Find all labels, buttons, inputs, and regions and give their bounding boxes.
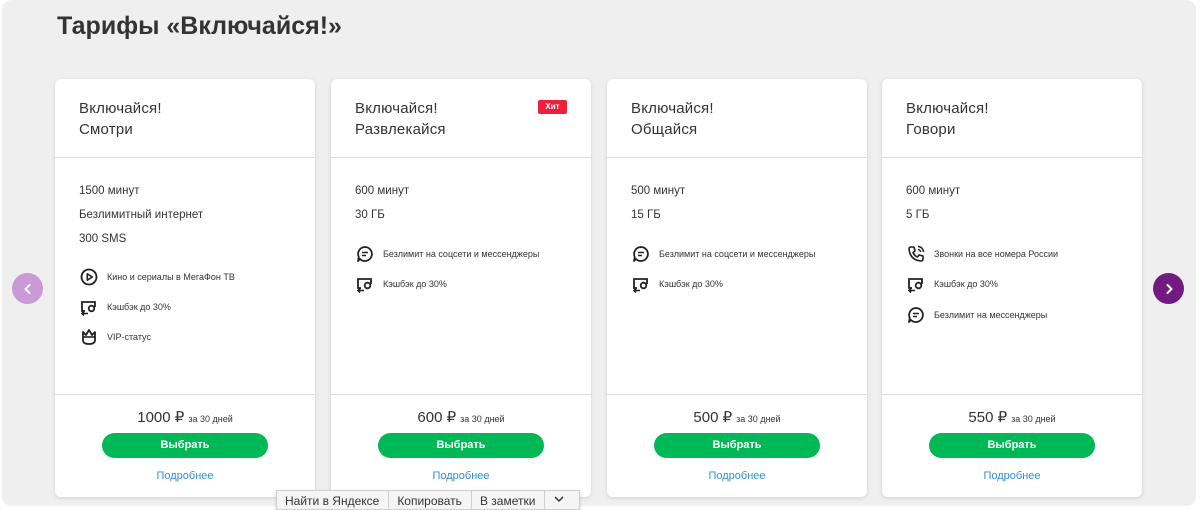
option-item: Звонки на все номера России bbox=[906, 244, 1058, 264]
option-text: Звонки на все номера России bbox=[934, 249, 1059, 259]
tariff-name: Включайся! Общайся bbox=[631, 98, 714, 140]
price: 500 ₽ bbox=[693, 409, 733, 426]
option-item: Безлимит на соцсети и мессенджеры bbox=[355, 244, 539, 264]
play-circle-icon bbox=[80, 268, 98, 286]
price-row: 500 ₽ за 30 дней bbox=[607, 408, 867, 427]
feature-minutes: 500 минут bbox=[631, 185, 686, 197]
tariff-card-smotri: Включайся! Смотри 1500 минут Безлимитный… bbox=[55, 79, 315, 497]
divider bbox=[607, 157, 867, 158]
price-period: за 30 дней bbox=[460, 414, 505, 424]
more-link[interactable]: Подробнее bbox=[331, 470, 591, 482]
divider bbox=[55, 157, 315, 158]
option-text: Безлимит на соцсети и мессенджеры bbox=[383, 249, 540, 259]
select-button[interactable]: Выбрать bbox=[654, 433, 820, 458]
option-item: Кэшбэк до 30% bbox=[631, 274, 723, 294]
tariff-name-line2: Общайся bbox=[631, 121, 698, 138]
option-item: VIP-статус bbox=[79, 327, 151, 347]
price: 600 ₽ bbox=[417, 409, 457, 426]
hit-badge: Хит bbox=[538, 100, 567, 114]
option-item: Кэшбэк до 30% bbox=[79, 297, 171, 317]
select-button[interactable]: Выбрать bbox=[102, 433, 268, 458]
option-text: Кино и сериалы в МегаФон ТВ bbox=[107, 272, 235, 282]
feature-sms: 300 SMS bbox=[79, 233, 127, 245]
tariff-card-obshchaysya: Включайся! Общайся 500 минут 15 ГБ Безли… bbox=[607, 79, 867, 497]
option-text: VIP-статус bbox=[107, 332, 151, 342]
cashback-icon bbox=[632, 278, 648, 294]
select-button[interactable]: Выбрать bbox=[929, 433, 1095, 458]
feature-internet: 5 ГБ bbox=[906, 209, 930, 221]
divider bbox=[331, 394, 591, 395]
chevron-right-icon bbox=[1166, 283, 1172, 294]
chat-bubble-icon bbox=[633, 246, 649, 262]
option-item: Кино и сериалы в МегаФон ТВ bbox=[79, 267, 235, 287]
feature-internet: 15 ГБ bbox=[631, 209, 661, 221]
option-text: Безлимит на соцсети и мессенджеры bbox=[659, 249, 816, 259]
select-button[interactable]: Выбрать bbox=[378, 433, 544, 458]
more-link[interactable]: Подробнее bbox=[882, 470, 1142, 482]
price-row: 550 ₽ за 30 дней bbox=[882, 408, 1142, 427]
feature-minutes: 1500 минут bbox=[79, 185, 140, 197]
menu-item-copy[interactable]: Копировать bbox=[389, 491, 472, 509]
tariff-card-razvlekaysya: Включайся! Развлекайся Хит 600 минут 30 … bbox=[331, 79, 591, 497]
crown-icon bbox=[82, 329, 96, 345]
chevron-down-icon bbox=[554, 496, 564, 503]
menu-expand-button[interactable] bbox=[545, 491, 571, 509]
feature-minutes: 600 минут bbox=[906, 185, 961, 197]
price-period: за 30 дней bbox=[736, 414, 781, 424]
cashback-icon bbox=[80, 301, 96, 317]
feature-internet: 30 ГБ bbox=[355, 209, 385, 221]
chevron-left-icon bbox=[24, 283, 30, 294]
divider bbox=[882, 157, 1142, 158]
tariff-name: Включайся! Смотри bbox=[79, 98, 162, 140]
tariff-name: Включайся! Говори bbox=[906, 98, 989, 140]
menu-item-search-yandex[interactable]: Найти в Яндексе bbox=[277, 491, 390, 509]
page-title: Тарифы «Включайся!» bbox=[57, 12, 342, 40]
price: 1000 ₽ bbox=[137, 409, 185, 426]
option-text: Кэшбэк до 30% bbox=[934, 279, 998, 289]
carousel-prev-button[interactable] bbox=[12, 273, 43, 304]
menu-item-notes[interactable]: В заметки bbox=[472, 491, 546, 509]
option-text: Безлимит на мессенджеры bbox=[934, 310, 1048, 320]
price-row: 1000 ₽ за 30 дней bbox=[55, 408, 315, 427]
tariff-card-govori: Включайся! Говори 600 минут 5 ГБ Звонки … bbox=[882, 79, 1142, 497]
tariff-name: Включайся! Развлекайся bbox=[355, 98, 446, 140]
tariff-name-line2: Говори bbox=[906, 121, 956, 138]
chat-bubble-icon bbox=[357, 246, 373, 262]
chat-bubble-icon bbox=[908, 307, 924, 323]
option-text: Кэшбэк до 30% bbox=[383, 279, 447, 289]
feature-minutes: 600 минут bbox=[355, 185, 410, 197]
option-item: Кэшбэк до 30% bbox=[906, 274, 998, 294]
price-period: за 30 дней bbox=[188, 414, 233, 424]
cashback-icon bbox=[907, 278, 923, 294]
divider bbox=[882, 394, 1142, 395]
tariff-name-line1: Включайся! bbox=[906, 100, 989, 117]
tariff-name-line1: Включайся! bbox=[355, 100, 438, 117]
price-period: за 30 дней bbox=[1011, 414, 1056, 424]
more-link[interactable]: Подробнее bbox=[55, 470, 315, 482]
tariff-name-line1: Включайся! bbox=[79, 100, 162, 117]
tariff-name-line1: Включайся! bbox=[631, 100, 714, 117]
option-item: Безлимит на соцсети и мессенджеры bbox=[631, 244, 815, 264]
option-item: Кэшбэк до 30% bbox=[355, 274, 447, 294]
feature-internet: Безлимитный интернет bbox=[79, 209, 204, 221]
option-item: Безлимит на мессенджеры bbox=[906, 305, 1047, 325]
selection-context-menu: Найти в Яндексе Копировать В заметки bbox=[276, 490, 580, 510]
divider bbox=[55, 394, 315, 395]
phone-calling-icon bbox=[908, 245, 925, 262]
more-link[interactable]: Подробнее bbox=[607, 470, 867, 482]
tariff-name-line2: Смотри bbox=[79, 121, 133, 138]
divider bbox=[331, 157, 591, 158]
carousel-next-button[interactable] bbox=[1153, 273, 1184, 304]
price: 550 ₽ bbox=[968, 409, 1008, 426]
option-text: Кэшбэк до 30% bbox=[659, 279, 723, 289]
option-text: Кэшбэк до 30% bbox=[107, 302, 171, 312]
tariff-name-line2: Развлекайся bbox=[355, 121, 446, 138]
cashback-icon bbox=[356, 278, 372, 294]
price-row: 600 ₽ за 30 дней bbox=[331, 408, 591, 427]
divider bbox=[607, 394, 867, 395]
